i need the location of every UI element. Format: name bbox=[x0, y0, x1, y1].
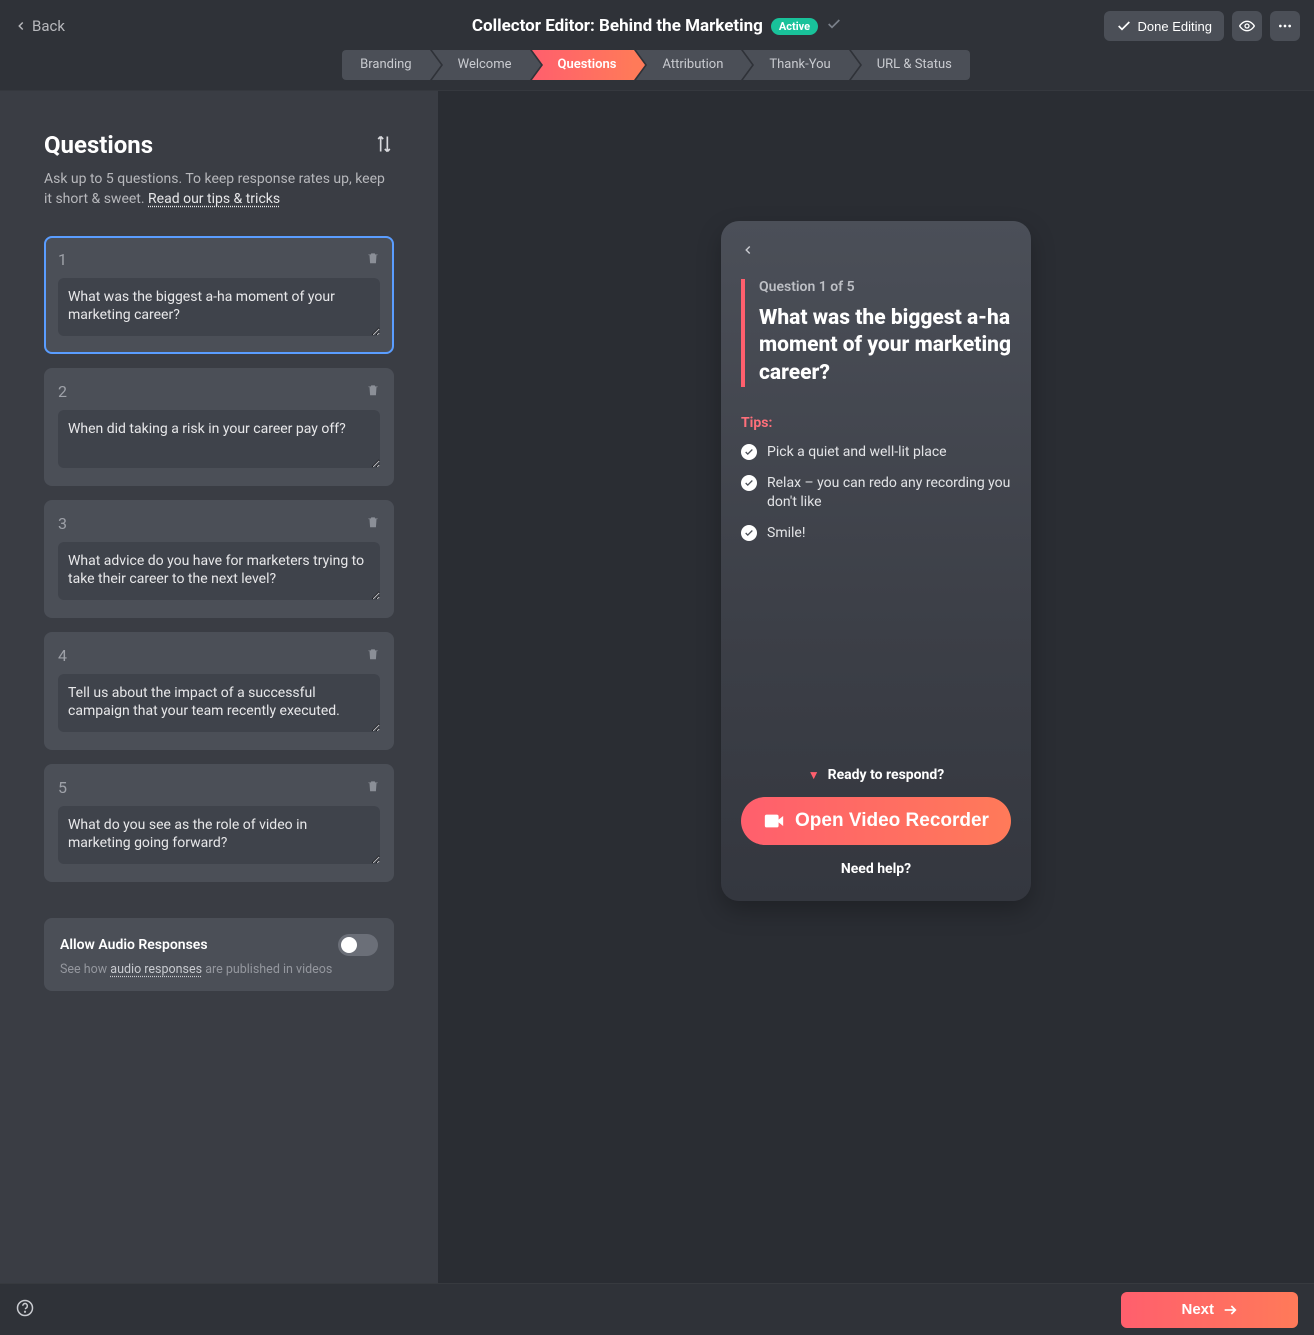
tip-item: Pick a quiet and well-lit place bbox=[741, 443, 1011, 462]
question-card[interactable]: 1 What was the biggest a-ha moment of you… bbox=[44, 236, 394, 354]
delete-question-button[interactable] bbox=[366, 382, 380, 402]
question-card[interactable]: 4 Tell us about the impact of a successfu… bbox=[44, 632, 394, 750]
more-horizontal-icon bbox=[1277, 18, 1293, 34]
questions-panel: Questions Ask up to 5 questions. To keep… bbox=[0, 91, 438, 1283]
wizard-stepper: BrandingWelcomeQuestionsAttributionThank… bbox=[14, 46, 1300, 90]
check-circle-icon bbox=[741, 525, 757, 541]
tip-text: Pick a quiet and well-lit place bbox=[767, 443, 947, 462]
question-input[interactable]: What was the biggest a-ha moment of your… bbox=[58, 278, 380, 336]
check-circle-icon bbox=[741, 444, 757, 460]
next-label: Next bbox=[1181, 1301, 1214, 1318]
chevron-left-icon bbox=[14, 19, 28, 33]
footer: Next bbox=[0, 1283, 1314, 1335]
audio-title: Allow Audio Responses bbox=[60, 937, 208, 953]
check-circle-icon bbox=[741, 475, 757, 491]
tip-item: Smile! bbox=[741, 524, 1011, 543]
preview-button[interactable] bbox=[1232, 11, 1262, 41]
question-block: Question 1 of 5 What was the biggest a-h… bbox=[741, 279, 1011, 387]
status-badge: Active bbox=[771, 18, 818, 35]
question-counter: Question 1 of 5 bbox=[759, 279, 1011, 295]
panel-title: Questions bbox=[44, 131, 153, 159]
delete-question-button[interactable] bbox=[366, 778, 380, 798]
trash-icon bbox=[366, 250, 380, 266]
page-title: Collector Editor: Behind the Marketing bbox=[472, 16, 763, 36]
step-attribution[interactable]: Attribution bbox=[636, 50, 741, 80]
question-number: 3 bbox=[58, 514, 67, 533]
tips-heading: Tips: bbox=[741, 415, 1011, 431]
question-list: 1 What was the biggest a-ha moment of you… bbox=[44, 236, 394, 882]
triangle-down-icon: ▼ bbox=[808, 768, 820, 782]
question-card[interactable]: 3 What advice do you have for marketers t… bbox=[44, 500, 394, 618]
panel-help: Ask up to 5 questions. To keep response … bbox=[44, 169, 394, 210]
next-button[interactable]: Next bbox=[1121, 1292, 1298, 1328]
question-number: 4 bbox=[58, 646, 67, 665]
question-input[interactable]: Tell us about the impact of a successful… bbox=[58, 674, 380, 732]
video-camera-icon bbox=[763, 810, 785, 832]
check-icon bbox=[1116, 18, 1132, 34]
audio-responses-card: Allow Audio Responses See how audio resp… bbox=[44, 918, 394, 991]
saved-check-icon bbox=[826, 16, 842, 36]
done-editing-label: Done Editing bbox=[1138, 19, 1212, 34]
tips-list: Pick a quiet and well-lit place Relax – y… bbox=[741, 443, 1011, 543]
tip-item: Relax – you can redo any recording you d… bbox=[741, 474, 1011, 512]
preview-back-button[interactable] bbox=[741, 243, 1011, 261]
help-button[interactable] bbox=[16, 1299, 34, 1321]
done-editing-button[interactable]: Done Editing bbox=[1104, 11, 1224, 41]
delete-question-button[interactable] bbox=[366, 646, 380, 666]
question-card[interactable]: 5 What do you see as the role of video in… bbox=[44, 764, 394, 882]
audio-responses-link[interactable]: audio responses bbox=[110, 962, 202, 977]
question-number: 2 bbox=[58, 382, 67, 401]
question-text: What was the biggest a-ha moment of your… bbox=[759, 305, 1011, 387]
step-questions[interactable]: Questions bbox=[532, 50, 635, 80]
step-url-status[interactable]: URL & Status bbox=[851, 50, 970, 80]
help-circle-icon bbox=[16, 1299, 34, 1317]
sort-icon bbox=[374, 134, 394, 154]
question-card[interactable]: 2 When did taking a risk in your career p… bbox=[44, 368, 394, 486]
mobile-preview: Question 1 of 5 What was the biggest a-h… bbox=[721, 221, 1031, 901]
tips-link[interactable]: Read our tips & tricks bbox=[148, 191, 280, 207]
eye-icon bbox=[1239, 18, 1255, 34]
cta-label: Open Video Recorder bbox=[795, 810, 989, 832]
question-input[interactable]: When did taking a risk in your career pa… bbox=[58, 410, 380, 468]
question-input[interactable]: What do you see as the role of video in … bbox=[58, 806, 380, 864]
reorder-button[interactable] bbox=[374, 134, 394, 157]
back-label: Back bbox=[32, 17, 65, 35]
open-recorder-button[interactable]: Open Video Recorder bbox=[741, 797, 1011, 845]
trash-icon bbox=[366, 514, 380, 530]
more-menu-button[interactable] bbox=[1270, 11, 1300, 41]
step-branding[interactable]: Branding bbox=[342, 50, 429, 80]
ready-prompt: ▼ Ready to respond? bbox=[741, 767, 1011, 783]
step-welcome[interactable]: Welcome bbox=[432, 50, 530, 80]
preview-area: Question 1 of 5 What was the biggest a-h… bbox=[438, 91, 1314, 1283]
topbar: Back Collector Editor: Behind the Market… bbox=[0, 0, 1314, 91]
delete-question-button[interactable] bbox=[366, 250, 380, 270]
question-number: 1 bbox=[58, 250, 67, 269]
need-help-link[interactable]: Need help? bbox=[741, 861, 1011, 877]
trash-icon bbox=[366, 646, 380, 662]
trash-icon bbox=[366, 382, 380, 398]
chevron-left-icon bbox=[741, 243, 755, 257]
audio-toggle[interactable] bbox=[338, 934, 378, 956]
audio-subtext: See how audio responses are published in… bbox=[60, 962, 378, 977]
question-number: 5 bbox=[58, 778, 67, 797]
step-thank-you[interactable]: Thank-You bbox=[743, 50, 848, 80]
tip-text: Relax – you can redo any recording you d… bbox=[767, 474, 1011, 512]
ready-label: Ready to respond? bbox=[828, 767, 945, 783]
arrow-right-icon bbox=[1222, 1302, 1238, 1318]
question-input[interactable]: What advice do you have for marketers tr… bbox=[58, 542, 380, 600]
tip-text: Smile! bbox=[767, 524, 805, 543]
delete-question-button[interactable] bbox=[366, 514, 380, 534]
trash-icon bbox=[366, 778, 380, 794]
back-button[interactable]: Back bbox=[14, 17, 65, 35]
